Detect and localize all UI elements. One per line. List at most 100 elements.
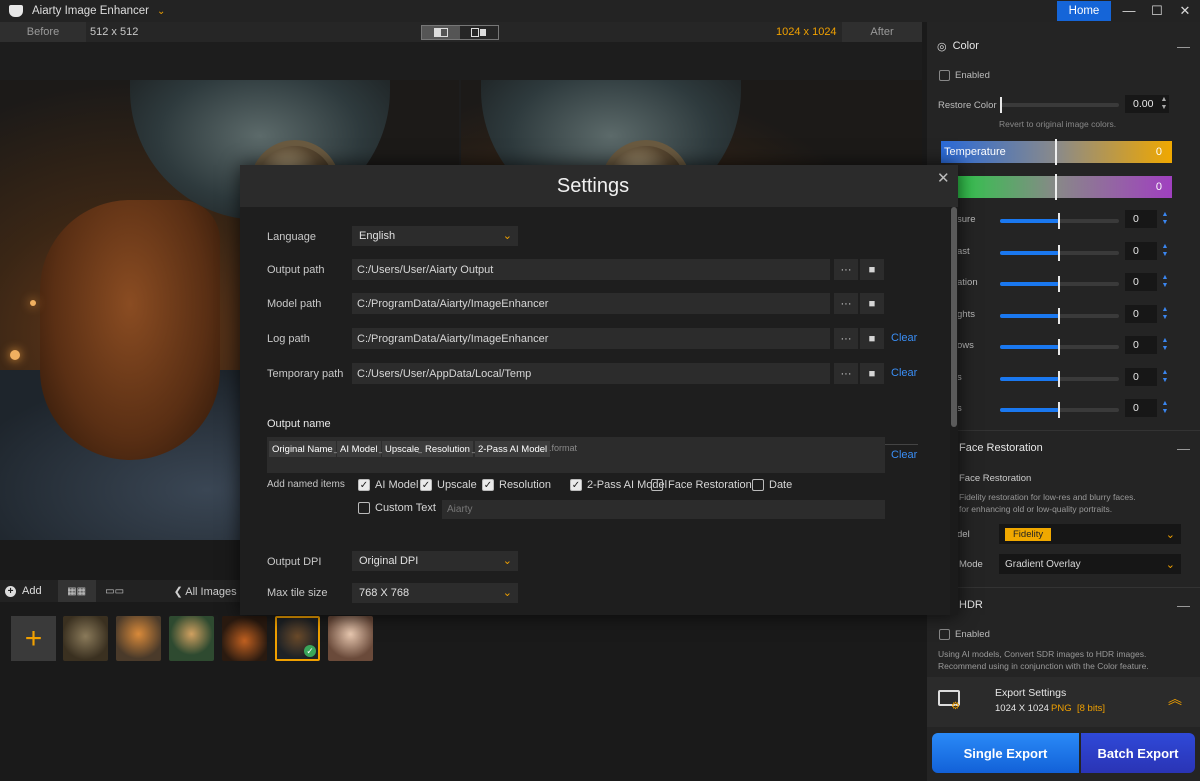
expand-up-icon[interactable]: ︽: [1168, 689, 1182, 709]
adjust-slider[interactable]: [1000, 308, 1119, 324]
output-dpi-select[interactable]: Original DPI ⌄: [352, 551, 518, 571]
output-path-field[interactable]: C:/Users/User/Aiarty Output: [352, 259, 830, 280]
adjust-slider[interactable]: [1000, 371, 1119, 387]
named-item-checkbox[interactable]: ✓ Upscale: [420, 479, 477, 491]
adjust-slider[interactable]: [1000, 245, 1119, 261]
folder-icon[interactable]: ■: [860, 328, 884, 349]
close-icon[interactable]: ✕: [937, 169, 950, 187]
adjust-slider[interactable]: [1000, 339, 1119, 355]
face-enabled-label[interactable]: Face Restoration: [959, 473, 1031, 484]
temp-path-field[interactable]: C:/Users/User/AppData/Local/Temp: [352, 363, 830, 384]
named-item-label: Date: [769, 479, 793, 491]
stepper-icon[interactable]: ▲ ▼: [1159, 243, 1171, 259]
adjust-value[interactable]: 0: [1125, 273, 1157, 291]
named-item-label: AI Model: [375, 479, 419, 491]
stepper-icon[interactable]: ▲ ▼: [1159, 400, 1171, 416]
thumbnail[interactable]: [63, 616, 108, 661]
more-icon[interactable]: ···: [834, 293, 858, 314]
add-button[interactable]: + Add: [5, 585, 42, 597]
compare-mode-toggle[interactable]: [421, 25, 499, 40]
adjust-value[interactable]: 0: [1125, 368, 1157, 386]
face-mode-dropdown[interactable]: Gradient Overlay ⌄: [999, 554, 1181, 574]
folder-icon[interactable]: ■: [860, 293, 884, 314]
strip-view-icon[interactable]: ▭▭: [96, 580, 134, 602]
collapse-icon[interactable]: —: [1177, 441, 1190, 456]
temperature-slider[interactable]: Temperature 0: [941, 139, 1172, 165]
adjust-value[interactable]: 0: [1125, 336, 1157, 354]
name-chip[interactable]: 2-Pass AI Model: [475, 441, 551, 457]
close-window-icon[interactable]: ✕: [1172, 2, 1198, 20]
add-image-tile[interactable]: +: [11, 616, 56, 661]
before-tab[interactable]: Before: [0, 22, 86, 42]
name-chip[interactable]: AI Model: [337, 441, 381, 457]
name-chip[interactable]: Resolution: [422, 441, 473, 457]
face-section-header[interactable]: Face Restoration —: [927, 434, 1200, 462]
custom-text-checkbox[interactable]: Custom Text: [358, 502, 436, 514]
split-view-icon[interactable]: [422, 26, 460, 39]
log-path-clear-link[interactable]: Clear: [891, 332, 917, 344]
folder-icon[interactable]: ■: [860, 259, 884, 280]
restore-color-slider[interactable]: [1000, 97, 1119, 113]
collapse-icon[interactable]: —: [1177, 39, 1190, 54]
hdr-section-header[interactable]: HDR —: [927, 591, 1200, 619]
name-chip[interactable]: Original Name: [269, 441, 336, 457]
hdr-enabled-checkbox[interactable]: Enabled: [939, 628, 990, 640]
settings-scrollbar[interactable]: [950, 207, 958, 615]
maximize-icon[interactable]: ☐: [1144, 2, 1170, 20]
stepper-icon[interactable]: ▲ ▼: [1159, 369, 1171, 385]
adjust-slider[interactable]: [1000, 213, 1119, 229]
chevron-down-icon: ⌄: [1165, 558, 1175, 571]
chevron-down-icon: ⌄: [502, 230, 512, 242]
collapse-icon[interactable]: —: [1177, 598, 1190, 613]
adjust-slider[interactable]: [1000, 276, 1119, 292]
face-model-dropdown[interactable]: Fidelity ⌄: [999, 524, 1181, 544]
temp-path-clear-link[interactable]: Clear: [891, 367, 917, 379]
side-by-side-icon[interactable]: [460, 26, 498, 39]
home-button[interactable]: Home: [1057, 1, 1111, 21]
output-name-clear-link[interactable]: Clear: [891, 449, 917, 461]
adjust-value[interactable]: 0: [1125, 399, 1157, 417]
more-icon[interactable]: ···: [834, 363, 858, 384]
named-item-checkbox[interactable]: Face Restoration: [651, 479, 752, 491]
language-select[interactable]: English ⌄: [352, 226, 518, 246]
more-icon[interactable]: ···: [834, 328, 858, 349]
after-tab[interactable]: After: [842, 22, 922, 42]
stepper-icon[interactable]: ▲ ▼: [1159, 306, 1171, 322]
folder-icon[interactable]: ■: [860, 363, 884, 384]
max-tile-select[interactable]: 768 X 768 ⌄: [352, 583, 518, 603]
stepper-icon[interactable]: ▲ ▼: [1159, 211, 1171, 227]
color-enabled-checkbox[interactable]: Enabled: [939, 69, 990, 81]
adjust-slider[interactable]: [1000, 402, 1119, 418]
more-icon[interactable]: ···: [834, 259, 858, 280]
stepper-icon[interactable]: ▲ ▼: [1158, 96, 1170, 112]
adjust-value[interactable]: 0: [1125, 242, 1157, 260]
thumbnail[interactable]: [169, 616, 214, 661]
output-name-builder[interactable]: Original Name _ AI Model _ Upscale _ Res…: [267, 437, 885, 473]
stepper-icon[interactable]: ▲ ▼: [1159, 274, 1171, 290]
minimize-icon[interactable]: —: [1116, 2, 1142, 20]
app-menu-chevron-icon[interactable]: ⌄: [157, 6, 165, 17]
stepper-icon[interactable]: ▲ ▼: [1159, 337, 1171, 353]
name-chip[interactable]: Upscale: [382, 441, 423, 457]
named-item-checkbox[interactable]: ✓ AI Model: [358, 479, 418, 491]
single-export-button[interactable]: Single Export: [932, 733, 1079, 773]
color-section-header[interactable]: ◎ Color —: [927, 32, 1200, 60]
custom-text-input[interactable]: Aiarty: [442, 500, 885, 519]
scrollbar-thumb[interactable]: [951, 207, 957, 427]
batch-export-button[interactable]: Batch Export: [1081, 733, 1195, 773]
thumbnail-selected[interactable]: ✓: [275, 616, 320, 661]
export-settings-box[interactable]: ⚙ Export Settings 1024 X 1024 PNG [8 bit…: [927, 677, 1200, 727]
thumbnail[interactable]: [222, 616, 267, 661]
all-images-filter[interactable]: ❮ All Images (6: [174, 585, 250, 598]
thumbnail[interactable]: [328, 616, 373, 661]
thumbnail[interactable]: [116, 616, 161, 661]
color-title: Color: [952, 40, 979, 52]
adjust-value[interactable]: 0: [1125, 210, 1157, 228]
named-item-checkbox[interactable]: Date: [752, 479, 792, 491]
tint-slider[interactable]: 0: [941, 174, 1172, 200]
model-path-field[interactable]: C:/ProgramData/Aiarty/ImageEnhancer: [352, 293, 830, 314]
named-item-checkbox[interactable]: ✓ Resolution: [482, 479, 551, 491]
grid-view-icon[interactable]: ▦▦: [57, 580, 96, 602]
adjust-value[interactable]: 0: [1125, 305, 1157, 323]
log-path-field[interactable]: C:/ProgramData/Aiarty/ImageEnhancer: [352, 328, 830, 349]
